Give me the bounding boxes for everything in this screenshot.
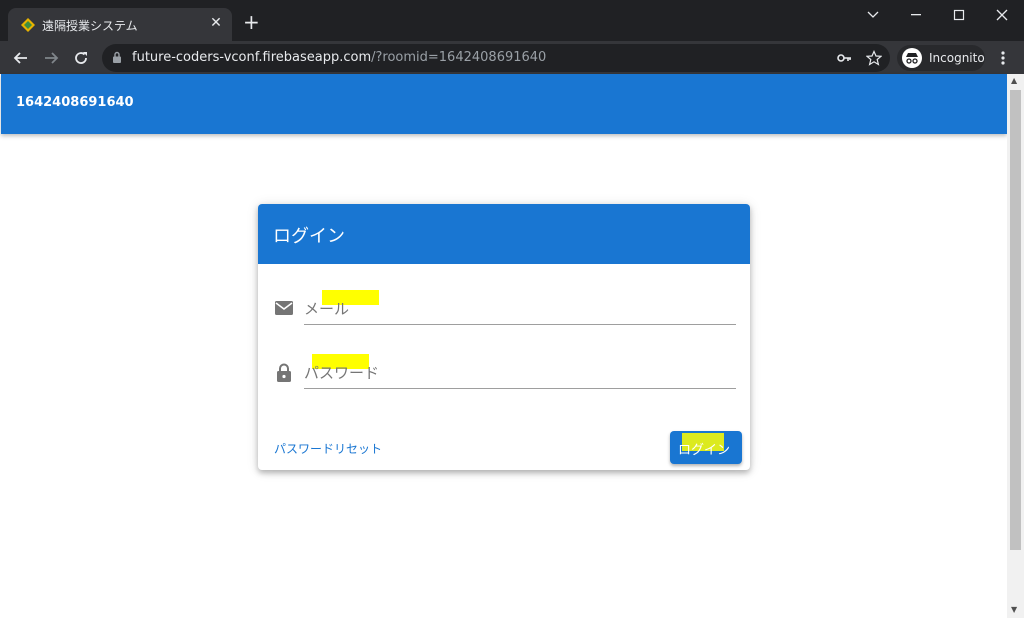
scrollbar-thumb[interactable] [1010,90,1021,550]
url-host: future-coders-vconf.firebaseapp.com [132,50,372,65]
login-button[interactable]: ログイン [670,431,742,464]
url-path: /?roomid=1642408691640 [371,50,547,65]
page-viewport: 1642408691640 ▲ ▼ ログイン パスワードリセット ログイン [0,74,1024,618]
browser-tab[interactable]: 遠隔授業システム ✕ [8,8,232,41]
tab-search-chevron-icon[interactable] [851,0,895,30]
new-tab-icon[interactable]: + [243,12,260,32]
tab-close-icon[interactable]: ✕ [208,15,224,31]
incognito-label: Incognito [929,51,985,65]
password-reset-link[interactable]: パスワードリセット [274,440,382,457]
back-arrow-icon[interactable] [9,46,33,70]
url-text: future-coders-vconf.firebaseapp.com/?roo… [132,50,546,65]
app-bar: 1642408691640 [1,74,1007,134]
browser-tab-strip: 遠隔授業システム ✕ + [0,0,1024,41]
bookmark-star-icon[interactable] [866,50,882,66]
room-id-title: 1642408691640 [16,95,134,110]
scroll-up-arrow-icon[interactable]: ▲ [1011,76,1017,85]
incognito-icon [902,48,922,68]
more-menu-icon[interactable] [991,46,1015,70]
close-window-icon[interactable] [980,0,1024,30]
login-card-header: ログイン [258,204,750,264]
minimize-icon[interactable] [894,0,938,30]
lock-icon [277,363,291,382]
login-title: ログイン [273,226,345,247]
address-bar[interactable]: future-coders-vconf.firebaseapp.com/?roo… [102,44,890,72]
password-field[interactable] [304,358,736,389]
email-icon [275,301,293,315]
email-field[interactable] [304,294,736,325]
incognito-profile-button[interactable]: Incognito [897,45,985,71]
login-card: ログイン パスワードリセット ログイン [258,204,750,470]
scroll-down-arrow-icon[interactable]: ▼ [1011,605,1017,614]
key-icon[interactable] [836,50,852,66]
tab-title: 遠隔授業システム [42,19,138,33]
browser-toolbar: future-coders-vconf.firebaseapp.com/?roo… [0,41,1024,74]
forward-arrow-icon[interactable] [39,46,63,70]
lock-icon [113,51,121,63]
login-button-label: ログイン [678,443,731,458]
favicon-icon [21,18,35,32]
reload-icon[interactable] [69,46,93,70]
maximize-icon[interactable] [937,0,981,30]
